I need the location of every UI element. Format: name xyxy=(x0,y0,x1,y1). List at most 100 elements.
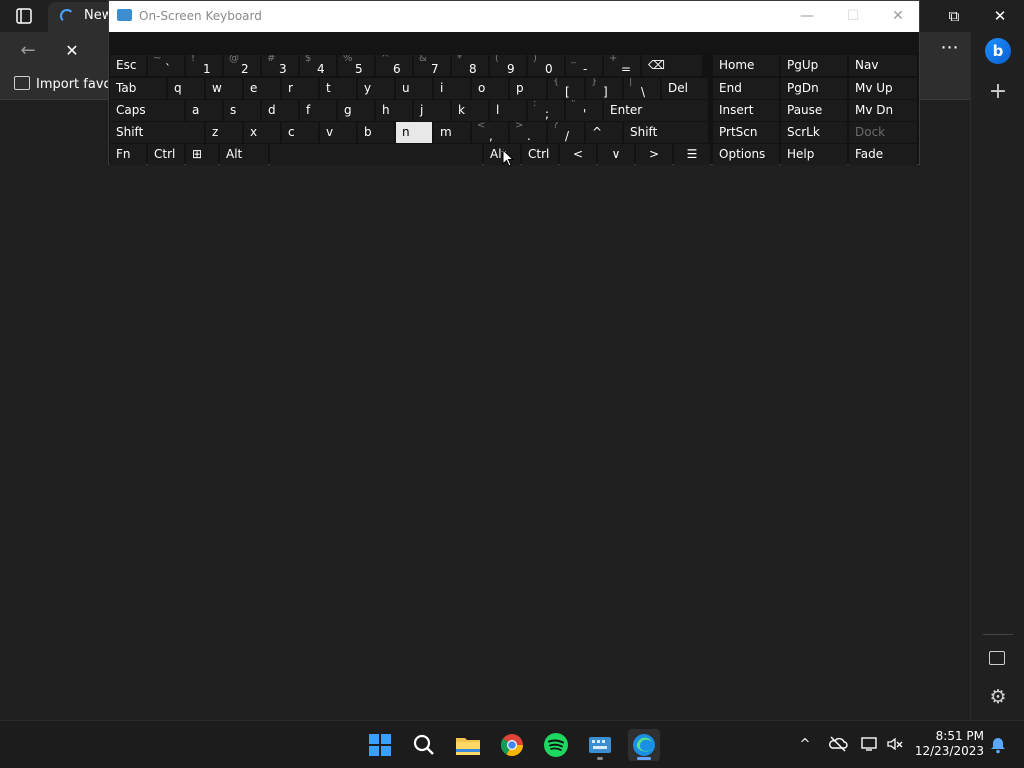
key-g[interactable]: g xyxy=(338,100,374,121)
key-a[interactable]: a xyxy=(186,100,222,121)
key-sym10[interactable]: ? / xyxy=(548,122,584,143)
key-9[interactable]: (9 xyxy=(490,55,526,76)
key-pgdn[interactable]: PgDn xyxy=(781,78,847,99)
edge-icon[interactable] xyxy=(628,729,660,761)
key-o[interactable]: o xyxy=(472,78,508,99)
key-r[interactable]: r xyxy=(282,78,318,99)
more-icon[interactable]: ⋯ xyxy=(938,39,962,62)
key-tab[interactable]: Tab xyxy=(110,78,166,99)
key-sym11[interactable]: " ' xyxy=(566,100,602,121)
restore-window-button[interactable]: ⧉ xyxy=(944,6,964,26)
key-2[interactable]: @2 xyxy=(224,55,260,76)
key-t[interactable]: t xyxy=(320,78,356,99)
key-fade[interactable]: Fade xyxy=(849,144,917,165)
key-caps[interactable]: Caps xyxy=(110,100,184,121)
key-prtscn[interactable]: PrtScn xyxy=(713,122,779,143)
key-j[interactable]: j xyxy=(414,100,450,121)
start-icon[interactable] xyxy=(364,729,396,761)
key-f[interactable]: f xyxy=(300,100,336,121)
key-options[interactable]: Options xyxy=(713,144,779,165)
menu-key-icon[interactable]: ☰ xyxy=(674,144,710,165)
key-l[interactable]: l xyxy=(490,100,526,121)
key-s[interactable]: s xyxy=(224,100,260,121)
key-i[interactable]: i xyxy=(434,78,470,99)
key-left-alt[interactable]: Alt xyxy=(220,144,268,165)
key-b[interactable]: b xyxy=(358,122,394,143)
close-window-button[interactable]: ✕ xyxy=(990,6,1010,26)
add-icon[interactable]: + xyxy=(986,80,1010,104)
osk-close-button[interactable]: ✕ xyxy=(887,6,909,26)
settings-icon[interactable]: ⚙ xyxy=(987,686,1009,708)
back-button[interactable]: ← xyxy=(16,40,40,62)
key-right-ctrl[interactable]: Ctrl xyxy=(522,144,558,165)
key-scrlk[interactable]: ScrLk xyxy=(781,122,847,143)
onscreen-keyboard-icon[interactable] xyxy=(584,729,616,761)
key-dock[interactable]: Dock xyxy=(849,122,917,143)
key-left-shift[interactable]: Shift xyxy=(110,122,204,143)
windows-key-icon[interactable]: ⊞ xyxy=(186,144,218,165)
network-icon[interactable] xyxy=(858,735,880,755)
key-insert[interactable]: Insert xyxy=(713,100,779,121)
key-sym14[interactable]: ⌫ xyxy=(642,55,702,76)
tab-actions-icon[interactable] xyxy=(12,6,36,26)
sidebar-panel-icon[interactable] xyxy=(989,651,1005,665)
taskbar-clock[interactable]: 8:51 PM 12/23/2023 xyxy=(912,729,984,759)
show-hidden-icons-button[interactable]: ^ xyxy=(794,735,816,755)
key-sym12[interactable]: }] xyxy=(586,78,622,99)
key-x[interactable]: x xyxy=(244,122,280,143)
bing-icon[interactable]: b xyxy=(985,38,1011,64)
key-end[interactable]: End xyxy=(713,78,779,99)
key-right-arrow[interactable]: > xyxy=(636,144,672,165)
stop-loading-button[interactable]: ✕ xyxy=(60,40,84,62)
volume-muted-icon[interactable] xyxy=(884,735,906,755)
key-u[interactable]: u xyxy=(396,78,432,99)
key-sym1[interactable]: ~ ` xyxy=(148,55,184,76)
key-z[interactable]: z xyxy=(206,122,242,143)
key-sym9[interactable]: >. xyxy=(510,122,546,143)
osk-minimize-button[interactable]: — xyxy=(796,6,818,26)
key-mv-dn[interactable]: Mv Dn xyxy=(849,100,917,121)
key-5[interactable]: % 5 xyxy=(338,55,374,76)
key-v[interactable]: v xyxy=(320,122,356,143)
key-help[interactable]: Help xyxy=(781,144,847,165)
key-sym11[interactable]: {[ xyxy=(548,78,584,99)
key-pgup[interactable]: PgUp xyxy=(781,55,847,76)
key-right-shift[interactable]: Shift xyxy=(624,122,708,143)
key-1[interactable]: ! 1 xyxy=(186,55,222,76)
file-explorer-icon[interactable] xyxy=(452,729,484,761)
osk-maximize-button[interactable]: ☐ xyxy=(842,6,864,26)
key-n[interactable]: n xyxy=(396,122,432,143)
key-d[interactable]: d xyxy=(262,100,298,121)
key-enter[interactable]: Enter xyxy=(604,100,708,121)
key-home[interactable]: Home xyxy=(713,55,779,76)
key-nav[interactable]: Nav xyxy=(849,55,917,76)
key-h[interactable]: h xyxy=(376,100,412,121)
osk-titlebar[interactable]: On-Screen Keyboard — ☐ ✕ xyxy=(109,1,919,32)
key-3[interactable]: #3 xyxy=(262,55,298,76)
key-mv-up[interactable]: Mv Up xyxy=(849,78,917,99)
key-e[interactable]: e xyxy=(244,78,280,99)
key-sym11[interactable]: ^ xyxy=(586,122,622,143)
key-k[interactable]: k xyxy=(452,100,488,121)
key-7[interactable]: & 7 xyxy=(414,55,450,76)
key-m[interactable]: m xyxy=(434,122,470,143)
key-y[interactable]: y xyxy=(358,78,394,99)
key-0[interactable]: ) 0 xyxy=(528,55,564,76)
key-fn[interactable]: Fn xyxy=(110,144,146,165)
key-4[interactable]: $4 xyxy=(300,55,336,76)
key-sym13[interactable]: | \ xyxy=(624,78,660,99)
key-sym13[interactable]: + = xyxy=(604,55,640,76)
notification-bell-icon[interactable] xyxy=(988,735,1008,755)
chrome-icon[interactable] xyxy=(496,729,528,761)
key-sym12[interactable]: _ - xyxy=(566,55,602,76)
key-down-arrow[interactable]: ∨ xyxy=(598,144,634,165)
onedrive-icon[interactable] xyxy=(827,735,849,755)
key-c[interactable]: c xyxy=(282,122,318,143)
import-favorites-button[interactable]: Import favori xyxy=(14,76,120,92)
key-sym8[interactable]: <, xyxy=(472,122,508,143)
key-sym10[interactable]: :; xyxy=(528,100,564,121)
key-esc[interactable]: Esc xyxy=(110,55,146,76)
page-content-area[interactable] xyxy=(0,101,970,720)
key-8[interactable]: * 8 xyxy=(452,55,488,76)
key-6[interactable]: ^ 6 xyxy=(376,55,412,76)
